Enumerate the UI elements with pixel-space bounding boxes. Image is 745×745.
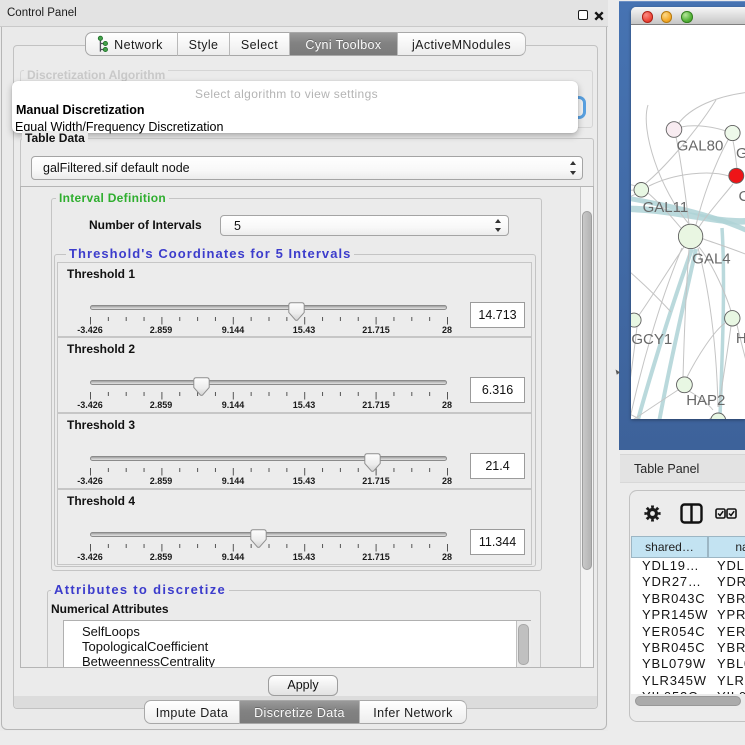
svg-text:GAL11: GAL11 bbox=[643, 199, 689, 216]
svg-text:GCY1: GCY1 bbox=[631, 331, 672, 348]
svg-text:CR: CR bbox=[739, 188, 745, 205]
svg-text:GA: GA bbox=[736, 145, 745, 162]
svg-text:HAP2: HAP2 bbox=[686, 392, 725, 409]
svg-text:GAL80: GAL80 bbox=[677, 137, 724, 154]
svg-text:GAL4: GAL4 bbox=[692, 251, 730, 268]
svg-text:H: H bbox=[736, 330, 745, 347]
